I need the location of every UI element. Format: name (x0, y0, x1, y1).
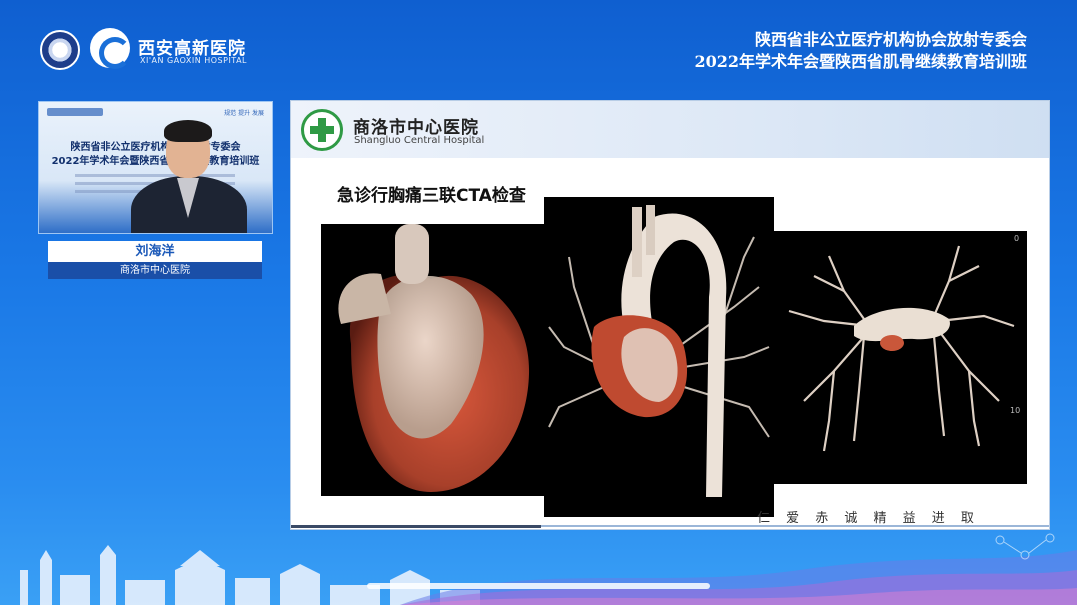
speaker-hospital: 商洛市中心医院 (48, 262, 262, 279)
presentation-slide[interactable]: 商洛市中心医院 Shangluo Central Hospital 急诊行胸痛三… (290, 100, 1050, 530)
video-badge (47, 108, 103, 116)
brand-name-en: XI'AN GAOXIN HOSPITAL (140, 56, 247, 65)
event-title-line2: 2022年学术年会暨陕西省肌骨继续教育培训班 (694, 52, 1027, 71)
video-title-line2: 2022年学术年会暨陕西省肌骨继续教育培训班 (51, 156, 260, 167)
gaoxin-hospital-logo-icon (90, 28, 131, 69)
association-emblem-icon (40, 30, 80, 70)
scan-label-right: 10 (1010, 406, 1020, 415)
video-text-line (75, 174, 235, 177)
pulmonary-artery-3d-ct-image: 0 10 (774, 231, 1027, 484)
speaker-hair (164, 120, 212, 142)
scan-label-top: 0 (1014, 234, 1019, 243)
video-title-line1: 陕西省非公立医疗机构协会放射专委会 (70, 142, 241, 153)
wave-decoration (400, 520, 1077, 605)
shangluo-hospital-logo-icon (301, 109, 343, 151)
heart-3d-ct-image (321, 224, 548, 496)
event-title-line1: 陕西省非公立医疗机构协会放射专委会 (754, 30, 1027, 49)
slide-hospital-name-en: Shangluo Central Hospital (354, 135, 485, 146)
slide-heading: 急诊行胸痛三联CTA检查 (337, 186, 526, 206)
aorta-3d-ct-image (544, 197, 774, 517)
video-slogan: 规范 提升 发展 (224, 110, 264, 117)
playback-progress-bar[interactable] (367, 583, 710, 589)
speaker-video-feed[interactable]: 规范 提升 发展 陕西省非公立医疗机构协会放射专委会 2022年学术年会暨陕西省… (38, 101, 273, 234)
speaker-name: 刘海洋 (48, 241, 262, 262)
